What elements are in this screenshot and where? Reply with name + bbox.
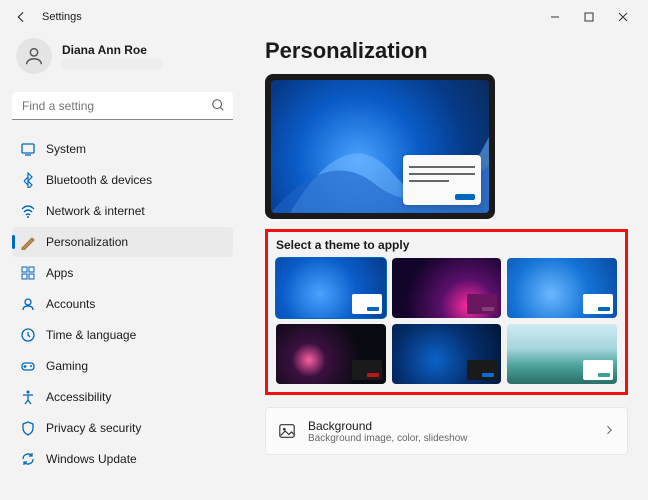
search-input[interactable] <box>12 92 233 120</box>
option-title: Background <box>308 419 468 433</box>
sidebar-item-accessibility[interactable]: Accessibility <box>12 382 233 412</box>
sidebar-item-privacy[interactable]: Privacy & security <box>12 413 233 443</box>
theme-option[interactable] <box>276 258 386 318</box>
update-icon <box>20 451 36 467</box>
sidebar-item-gaming[interactable]: Gaming <box>12 351 233 381</box>
option-background[interactable]: Background Background image, color, slid… <box>265 407 628 455</box>
search-box[interactable] <box>12 92 233 120</box>
page-title: Personalization <box>265 38 628 64</box>
sidebar-item-label: Time & language <box>46 328 136 342</box>
search-icon <box>211 98 225 115</box>
bluetooth-icon <box>20 172 36 188</box>
image-icon <box>278 422 296 440</box>
window-title: Settings <box>42 11 82 23</box>
sidebar-item-system[interactable]: System <box>12 134 233 164</box>
theme-section: Select a theme to apply <box>265 229 628 395</box>
sidebar-item-label: Personalization <box>46 235 128 249</box>
personalization-icon <box>20 234 36 250</box>
option-subtitle: Background image, color, slideshow <box>308 433 468 444</box>
accessibility-icon <box>20 389 36 405</box>
theme-option[interactable] <box>276 324 386 384</box>
sidebar-item-personalization[interactable]: Personalization <box>12 227 233 257</box>
sidebar-item-bluetooth[interactable]: Bluetooth & devices <box>12 165 233 195</box>
sidebar-item-apps[interactable]: Apps <box>12 258 233 288</box>
sidebar-item-label: Accounts <box>46 297 95 311</box>
theme-option[interactable] <box>507 324 617 384</box>
theme-option[interactable] <box>507 258 617 318</box>
desktop-preview <box>265 74 495 219</box>
sidebar-item-update[interactable]: Windows Update <box>12 444 233 474</box>
close-button[interactable] <box>606 3 640 31</box>
nav: System Bluetooth & devices Network & inter… <box>12 134 233 474</box>
main: Personalization Select a theme to apply <box>245 34 648 500</box>
profile-email <box>62 59 162 69</box>
theme-option[interactable] <box>392 258 502 318</box>
sidebar-item-label: Windows Update <box>46 452 137 466</box>
theme-option[interactable] <box>392 324 502 384</box>
apps-icon <box>20 265 36 281</box>
profile[interactable]: Diana Ann Roe <box>12 34 233 88</box>
maximize-button[interactable] <box>572 3 606 31</box>
minimize-button[interactable] <box>538 3 572 31</box>
chevron-right-icon <box>603 424 615 439</box>
profile-name: Diana Ann Roe <box>62 43 162 57</box>
sidebar-item-label: System <box>46 142 86 156</box>
theme-section-label: Select a theme to apply <box>276 238 617 252</box>
sidebar-item-label: Accessibility <box>46 390 111 404</box>
privacy-icon <box>20 420 36 436</box>
sidebar-item-label: Gaming <box>46 359 88 373</box>
sidebar-item-accounts[interactable]: Accounts <box>12 289 233 319</box>
system-icon <box>20 141 36 157</box>
sidebar-item-label: Privacy & security <box>46 421 141 435</box>
accounts-icon <box>20 296 36 312</box>
sidebar: Diana Ann Roe System Bluetooth & devices N… <box>0 34 245 500</box>
time-icon <box>20 327 36 343</box>
avatar <box>16 38 52 74</box>
sidebar-item-label: Network & internet <box>46 204 145 218</box>
back-button[interactable] <box>8 4 34 30</box>
preview-window <box>403 155 481 205</box>
sidebar-item-network[interactable]: Network & internet <box>12 196 233 226</box>
sidebar-item-time[interactable]: Time & language <box>12 320 233 350</box>
network-icon <box>20 203 36 219</box>
gaming-icon <box>20 358 36 374</box>
sidebar-item-label: Apps <box>46 266 73 280</box>
sidebar-item-label: Bluetooth & devices <box>46 173 152 187</box>
